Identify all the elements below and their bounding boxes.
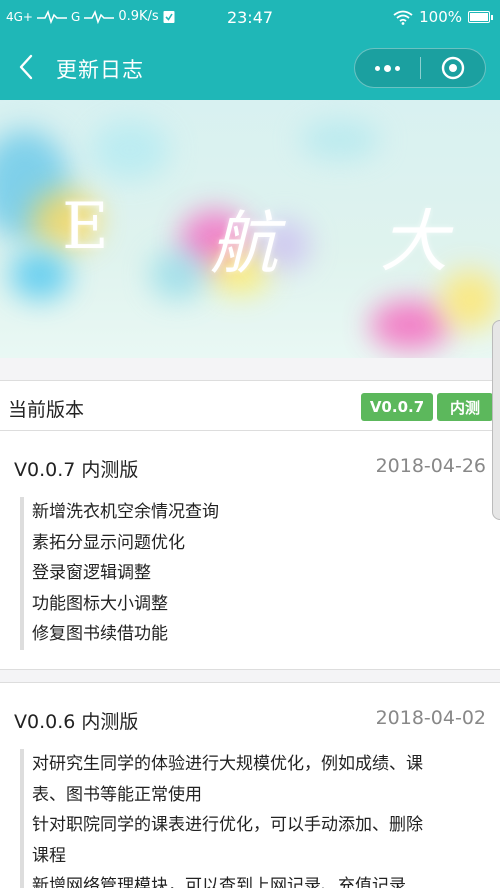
build-type-tag: 内测	[437, 393, 493, 421]
status-bar: 4G+ G 0.9K/s 23:47 100%	[0, 0, 500, 34]
current-version-bar: 当前版本 V0.0.7 内测	[0, 380, 500, 432]
battery-icon	[468, 11, 493, 23]
changelog-card: V0.0.7 内测版 2018-04-26 新增洗衣机空余情况查询 素拓分显示问…	[0, 430, 500, 670]
banner-image: E 航 大	[0, 100, 500, 358]
changelog-version: V0.0.7 内测版	[14, 459, 139, 481]
navigation-bar: 更新日志	[0, 34, 500, 100]
more-dots-icon	[384, 64, 391, 72]
mini-program-capsule	[354, 48, 486, 88]
changelog-version: V0.0.6 内测版	[14, 711, 139, 733]
list-item: 表、图书等能正常使用	[32, 784, 202, 805]
more-button[interactable]	[355, 49, 420, 87]
chevron-left-icon	[19, 54, 33, 80]
list-item: 针对职院同学的课表进行优化，可以手动添加、删除	[32, 815, 423, 835]
target-circle-icon	[441, 56, 465, 80]
list-item: 对研究生同学的体验进行大规模优化，例如成绩、课	[32, 754, 423, 774]
list-item: 登录窗逻辑调整	[32, 563, 151, 583]
banner-char: E	[62, 190, 109, 264]
close-button[interactable]	[421, 49, 485, 87]
changelog-card-header: V0.0.7 内测版 2018-04-26	[0, 431, 500, 497]
more-dots-icon	[395, 65, 400, 71]
changelog-card-header: V0.0.6 内测版 2018-04-02	[0, 683, 500, 749]
version-tag: V0.0.7	[361, 393, 433, 421]
status-right: 100%	[393, 8, 493, 26]
banner-blob	[440, 270, 500, 330]
wifi-icon	[393, 10, 413, 25]
banner-char: 航	[210, 205, 279, 284]
banner-blob	[150, 250, 205, 300]
changelog-date: 2018-04-02	[375, 707, 486, 729]
top-bar: 4G+ G 0.9K/s 23:47 100% 更新日志	[0, 0, 500, 100]
changelog-date: 2018-04-26	[375, 455, 486, 477]
banner-char: 大	[380, 203, 449, 282]
scroll-indicator[interactable]	[492, 320, 500, 520]
page-title: 更新日志	[56, 58, 144, 82]
battery-percent: 100%	[419, 8, 462, 26]
list-item: 新增网络管理模块，可以查到上网记录、充值记录	[32, 876, 406, 888]
changelog-items: 对研究生同学的体验进行大规模优化，例如成绩、课 表、图书等能正常使用 针对职院同…	[20, 749, 500, 888]
list-item: 素拓分显示问题优化	[32, 532, 185, 553]
list-item: 课程	[32, 845, 66, 866]
banner-blob	[300, 120, 380, 160]
list-item: 功能图标大小调整	[32, 593, 168, 614]
list-item: 新增洗衣机空余情况查询	[32, 502, 219, 522]
banner-blob	[90, 120, 170, 180]
back-button[interactable]	[14, 52, 42, 82]
list-item: 修复图书续借功能	[32, 624, 168, 644]
current-version-label: 当前版本	[8, 399, 85, 421]
more-dots-icon	[375, 65, 380, 71]
battery-fill	[470, 13, 488, 21]
banner-blob	[370, 300, 450, 350]
changelog-card: V0.0.6 内测版 2018-04-02 对研究生同学的体验进行大规模优化，例…	[0, 682, 500, 888]
banner-blob	[10, 250, 70, 300]
changelog-items: 新增洗衣机空余情况查询 素拓分显示问题优化 登录窗逻辑调整 功能图标大小调整 修…	[20, 497, 500, 650]
